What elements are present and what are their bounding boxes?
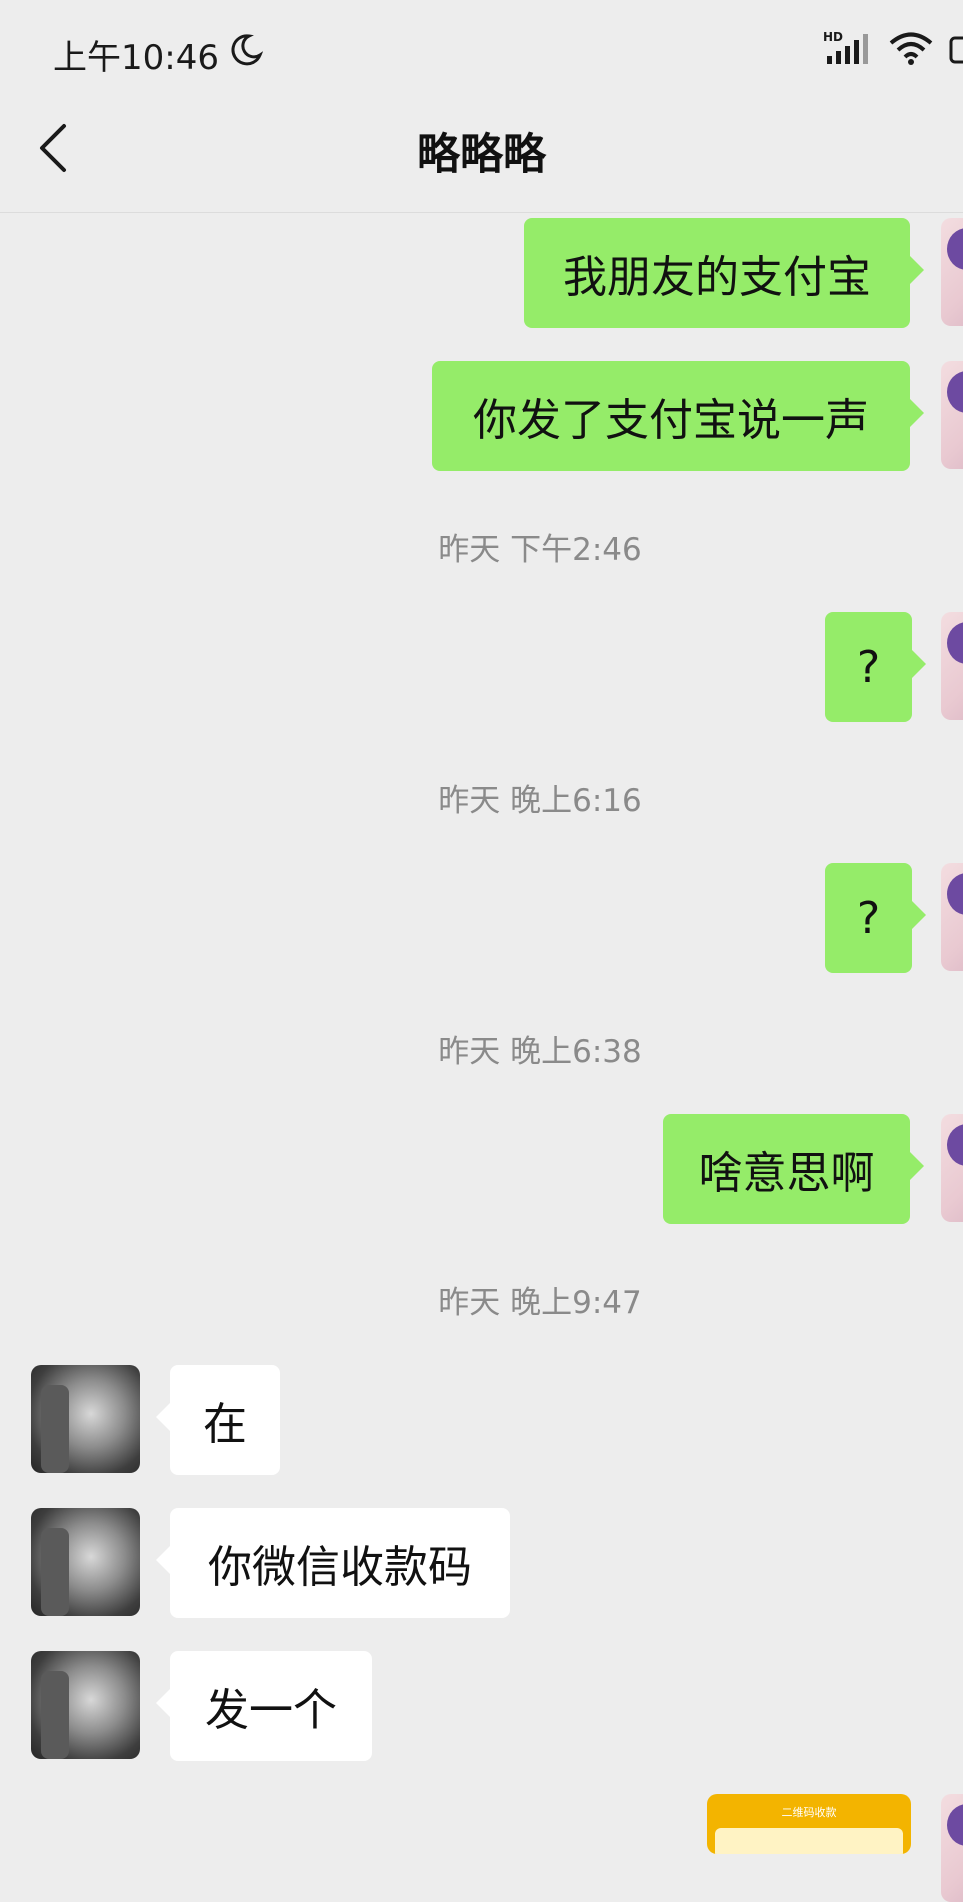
outgoing-message-bubble[interactable]: 你发了支付宝说一声 [432,361,924,471]
status-time: 上午10:46 [53,38,219,78]
outgoing-message-bubble[interactable]: 啥意思啊 [663,1114,924,1224]
signal-icon: HD [823,30,873,70]
status-bar: 上午10:46 HD [0,0,963,100]
contact-avatar[interactable] [31,1365,140,1473]
my-avatar[interactable] [941,1794,963,1902]
timestamp: 昨天 晚上6:38 [438,1034,642,1070]
battery-icon [949,30,963,70]
svg-text:HD: HD [823,30,843,44]
moon-icon [229,33,264,76]
my-avatar[interactable] [941,863,963,971]
incoming-message-bubble[interactable]: 发一个 [156,1651,372,1761]
message-text: 啥意思啊 [698,1148,875,1199]
message-text: 发一个 [205,1685,337,1736]
image-caption: 二维码收款 [781,1806,837,1819]
message-text: 你发了支付宝说一声 [473,395,869,446]
chat-title: 略略略 [417,130,546,180]
my-avatar[interactable] [941,1114,963,1222]
message-text: 我朋友的支付宝 [563,252,871,303]
message-text: 在 [203,1399,247,1450]
timestamp: 昨天 晚上9:47 [438,1285,642,1321]
message-text: ? [856,641,881,693]
image-message[interactable]: 二维码收款 [707,1794,911,1854]
contact-avatar[interactable] [31,1508,140,1616]
incoming-message-bubble[interactable]: 在 [156,1365,280,1475]
wifi-icon [887,30,935,70]
my-avatar[interactable] [941,612,963,720]
outgoing-message-bubble[interactable]: 我朋友的支付宝 [524,218,924,328]
nav-bar: 略略略 [0,100,963,213]
outgoing-message-bubble[interactable]: ? [825,863,926,973]
incoming-message-bubble[interactable]: 你微信收款码 [156,1508,510,1618]
timestamp: 昨天 晚上6:16 [438,783,642,819]
my-avatar[interactable] [941,361,963,469]
message-text: 你微信收款码 [208,1542,472,1593]
contact-avatar[interactable] [31,1651,140,1759]
message-text: ? [856,892,881,944]
timestamp: 昨天 下午2:46 [438,532,642,568]
my-avatar[interactable] [941,218,963,326]
outgoing-message-bubble[interactable]: ? [825,612,926,722]
